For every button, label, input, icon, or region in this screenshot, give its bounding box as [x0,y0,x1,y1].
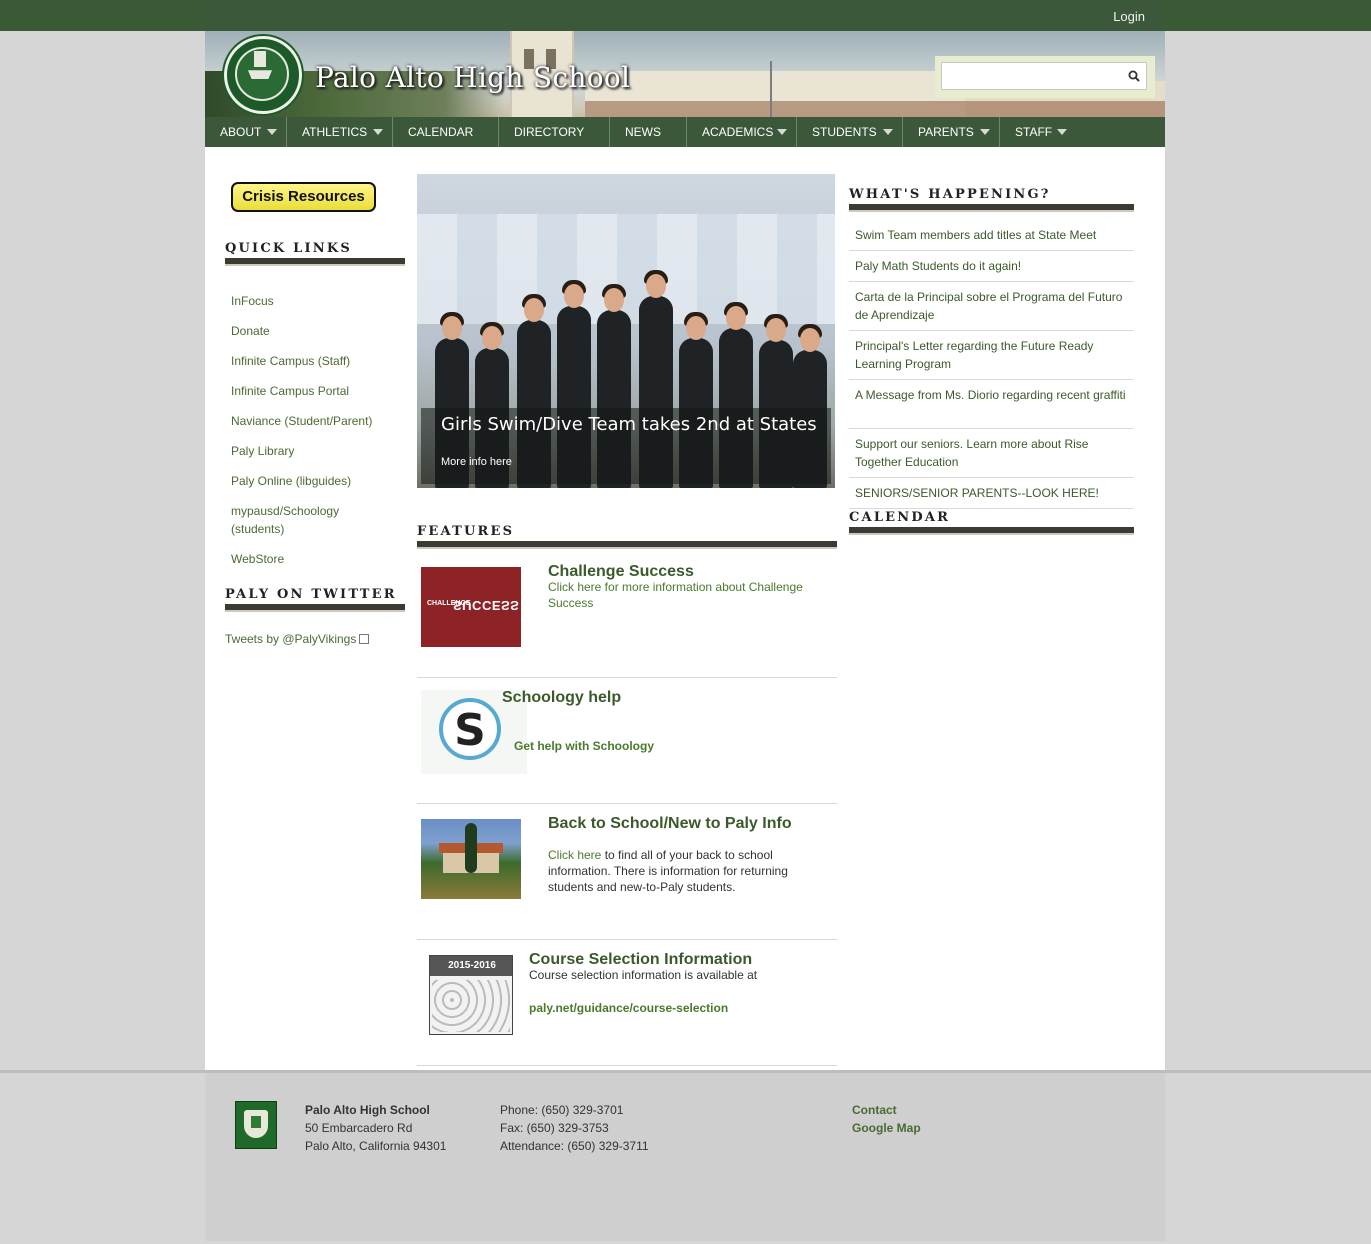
news-item[interactable]: SENIORS/SENIOR PARENTS--LOOK HERE! [849,484,1134,509]
quick-link[interactable]: WebStore [231,550,391,568]
footer-attendance: Attendance: (650) 329-3711 [500,1139,649,1153]
course-selection-link[interactable]: paly.net/guidance/course-selection [529,1001,728,1015]
search-icon[interactable] [1128,70,1140,82]
quick-link[interactable]: Paly Online (libguides) [231,472,391,490]
twitter-link[interactable]: Tweets by @PalyVikings [225,632,370,646]
site-header: Palo Alto High School [205,31,1165,117]
quick-link[interactable]: mypausd/Schoology (students) [231,502,361,538]
search-box [935,56,1155,98]
nav-calendar[interactable]: CALENDAR [393,117,499,147]
dropdown-arrow-icon [883,129,893,135]
twitter-title: PALY ON TWITTER [225,587,397,602]
slide-title[interactable]: Girls Swim/Dive Team takes 2nd at States [441,414,817,435]
campus-photo[interactable] [421,819,521,899]
news-item[interactable]: Paly Math Students do it again! [849,257,1134,282]
footer-address-line-1: 50 Embarcadero Rd [305,1121,413,1135]
nav-students[interactable]: STUDENTS [797,117,903,147]
page-container: Login Palo Alto High School ABOUT ATHLET… [205,0,1165,1241]
nav-parents[interactable]: PARENTS [903,117,1000,147]
divider [417,677,837,678]
nav-directory[interactable]: DIRECTORY [499,117,610,147]
dropdown-arrow-icon [777,129,787,135]
crisis-resources-button[interactable]: Crisis Resources [231,182,376,212]
course-catalog-image[interactable]: 2015-2016 [429,955,513,1035]
quick-links-title: QUICK LINKS [225,241,352,256]
divider [225,604,405,612]
divider [417,541,837,549]
quick-link[interactable]: Donate [231,322,391,340]
divider [849,204,1134,212]
news-item[interactable]: Swim Team members add titles at State Me… [849,226,1134,251]
news-item[interactable]: Principal's Letter regarding the Future … [849,337,1134,380]
news-item[interactable]: Support our seniors. Learn more about Ri… [849,435,1134,478]
top-bar: Login [205,0,1165,32]
featured-slideshow[interactable]: Girls Swim/Dive Team takes 2nd at States… [417,174,835,488]
feature-text: Course selection information is availabl… [529,968,758,982]
dropdown-arrow-icon [980,129,990,135]
quick-link[interactable]: InFocus [231,292,391,310]
external-link-icon [359,634,370,644]
calendar-title: CALENDAR [849,510,951,525]
main-nav: ABOUT ATHLETICS CALENDAR DIRECTORY NEWS … [205,117,1165,147]
footer-crest-icon [235,1101,277,1149]
schoology-help-link[interactable]: Get help with Schoology [514,739,654,753]
features-title: FEATURES [417,524,515,539]
school-logo[interactable] [224,36,302,114]
challenge-success-image[interactable]: CHALLENGE SUCCESS [421,567,521,647]
slide-caption: Girls Swim/Dive Team takes 2nd at States… [421,408,831,484]
feature-text: Click here to find all of your back to s… [548,848,788,894]
feature-text-link[interactable]: Click here for more information about Ch… [548,579,828,611]
quick-link[interactable]: Paly Library [231,442,391,460]
nav-about[interactable]: ABOUT [205,117,287,147]
footer-map-link[interactable]: Google Map [852,1121,921,1135]
divider [225,258,405,266]
footer-phone: Phone: (650) 329-3701 [500,1103,624,1117]
nav-athletics[interactable]: ATHLETICS [287,117,393,147]
nav-staff[interactable]: STAFF [1000,117,1067,147]
quick-link[interactable]: Naviance (Student/Parent) [231,412,391,430]
search-input[interactable] [941,62,1147,90]
dropdown-arrow-icon [267,129,277,135]
whats-happening-title: WHAT'S HAPPENING? [849,187,1051,202]
footer-fax: Fax: (650) 329-3753 [500,1121,609,1135]
footer-school-name: Palo Alto High School [305,1103,430,1117]
divider [849,527,1134,535]
login-link[interactable]: Login [1113,9,1145,24]
feature-title[interactable]: Back to School/New to Paly Info [548,815,792,833]
news-item[interactable]: A Message from Ms. Diorio regarding rece… [849,386,1134,429]
dropdown-arrow-icon [373,129,383,135]
nav-academics[interactable]: ACADEMICS [687,117,797,147]
divider [417,803,837,804]
feature-title[interactable]: Schoology help [502,689,621,707]
nav-news[interactable]: NEWS [610,117,687,147]
footer-contact-link[interactable]: Contact [852,1103,897,1117]
click-here-link[interactable]: Click here [548,848,601,862]
quick-link[interactable]: Infinite Campus (Staff) [231,352,391,370]
quick-link[interactable]: Infinite Campus Portal [231,382,391,400]
divider [417,1065,837,1066]
footer-address-line-2: Palo Alto, California 94301 [305,1139,447,1153]
site-title[interactable]: Palo Alto High School [315,61,630,94]
site-footer: Palo Alto High School 50 Embarcadero Rd … [205,1073,1165,1241]
news-item[interactable]: Carta de la Principal sobre el Programa … [849,288,1134,331]
dropdown-arrow-icon [1057,129,1067,135]
slide-more-link[interactable]: More info here [441,456,512,468]
divider [417,939,837,940]
